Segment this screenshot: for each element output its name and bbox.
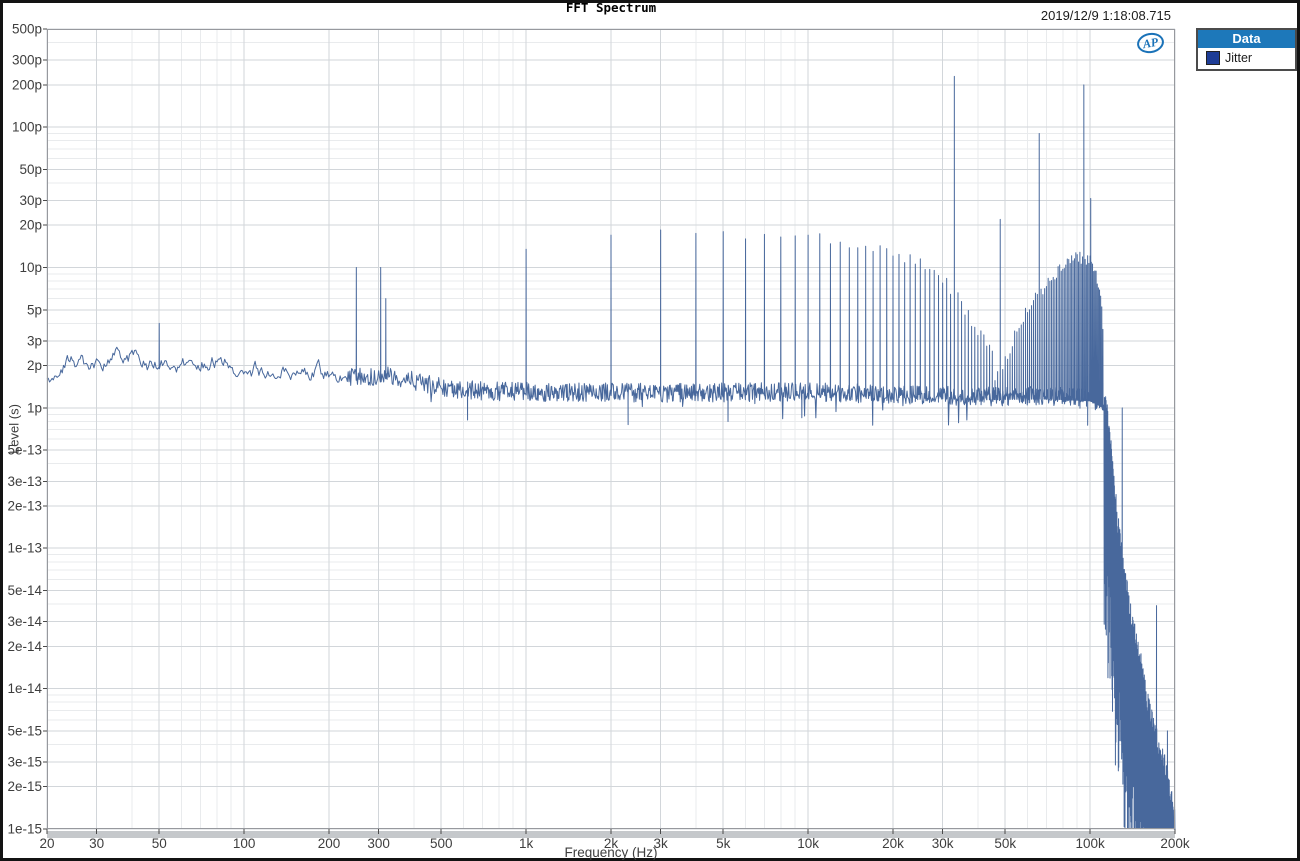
y-tick-label: 3e-13 — [7, 474, 42, 489]
y-axis-title: Level (s) — [7, 404, 22, 454]
y-tick-label: 3e-15 — [7, 755, 42, 770]
y-tick-label: 1p — [27, 400, 42, 415]
y-tick-label: 200p — [12, 77, 42, 92]
y-tick-label: 30p — [19, 193, 42, 208]
legend-item-label: Jitter — [1225, 51, 1252, 65]
y-tick-label: 100p — [12, 120, 42, 135]
y-tick-label: 10p — [19, 260, 42, 275]
y-tick-label: 2e-15 — [7, 779, 42, 794]
y-tick-label: 1e-13 — [7, 541, 42, 556]
legend-item-jitter[interactable]: Jitter — [1198, 48, 1295, 69]
y-tick-label: 300p — [12, 53, 42, 68]
plot-area: 2030501002003005001k2k3k5k10k20k30k50k10… — [0, 0, 1300, 861]
x-axis-title: Frequency (Hz) — [47, 845, 1175, 860]
y-tick-label: 2e-13 — [7, 498, 42, 513]
y-tick-label: 1e-15 — [7, 822, 42, 837]
fft-spectrum-window: 2030501002003005001k2k3k5k10k20k30k50k10… — [0, 0, 1300, 861]
y-tick-label: 5e-15 — [7, 723, 42, 738]
ap-logo-text: AP — [1142, 35, 1160, 51]
tick-labels: 2030501002003005001k2k3k5k10k20k30k50k10… — [7, 22, 1189, 852]
legend: Data Jitter — [1196, 28, 1297, 71]
legend-swatch — [1206, 51, 1220, 65]
y-tick-label: 2p — [27, 358, 42, 373]
legend-header: Data — [1198, 30, 1295, 48]
y-tick-label: 50p — [19, 162, 42, 177]
y-tick-label: 2e-14 — [7, 639, 42, 654]
y-tick-label: 3e-14 — [7, 614, 42, 629]
timestamp: 2019/12/9 1:18:08.715 — [47, 8, 1171, 23]
y-tick-label: 3p — [27, 333, 42, 348]
y-tick-label: 20p — [19, 218, 42, 233]
y-tick-label: 5p — [27, 302, 42, 317]
y-tick-label: 1e-14 — [7, 681, 42, 696]
y-tick-label: 500p — [12, 22, 42, 37]
y-tick-label: 5e-14 — [7, 583, 42, 598]
